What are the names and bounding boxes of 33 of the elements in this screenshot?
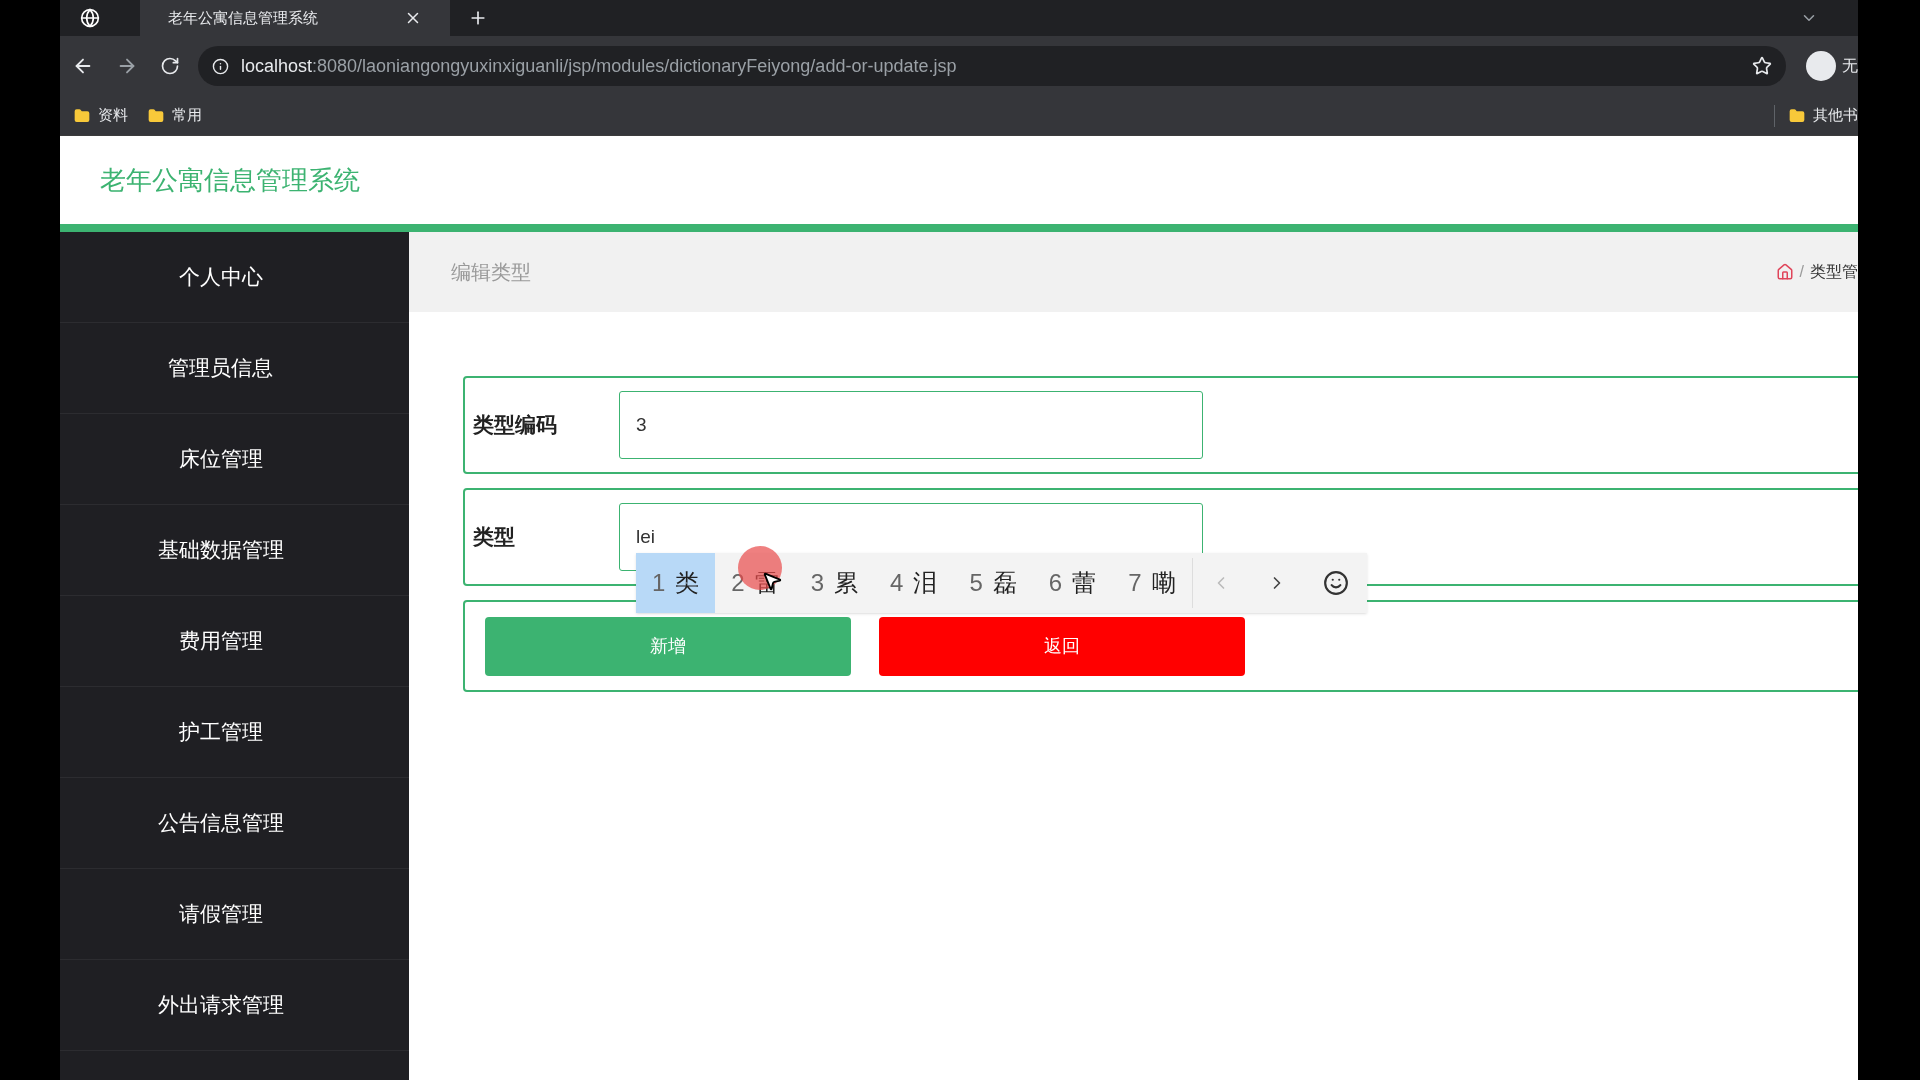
sidebar-item[interactable]: 床位管理 — [60, 414, 409, 505]
emoji-icon[interactable] — [1322, 570, 1349, 596]
breadcrumb-separator: / — [1799, 262, 1804, 282]
profile-label[interactable]: 无 — [1842, 54, 1858, 78]
sidebar-item[interactable]: 护工管理 — [60, 687, 409, 778]
sidebar-item[interactable]: 基础数据管理 — [60, 505, 409, 596]
reload-icon[interactable] — [160, 56, 180, 76]
bookmark-folder[interactable]: 资料 — [74, 104, 128, 127]
profile-avatar[interactable] — [1806, 51, 1836, 81]
browser-logo-icon — [80, 8, 100, 28]
sidebar-item[interactable]: 请假管理 — [60, 869, 409, 960]
sidebar-item[interactable]: 费用管理 — [60, 596, 409, 687]
field-label: 类型编码 — [473, 412, 558, 439]
sidebar-item[interactable]: 外出请求管理 — [60, 960, 409, 1051]
bookmark-star-icon[interactable] — [1752, 56, 1772, 76]
other-bookmarks[interactable]: 其他书 — [1789, 104, 1858, 127]
field-label: 类型 — [473, 524, 516, 551]
bookmark-folder[interactable]: 常用 — [148, 104, 202, 127]
page-title: 编辑类型 — [451, 260, 531, 285]
ime-candidate[interactable]: 1 类 — [636, 553, 716, 613]
info-icon — [212, 57, 229, 75]
browser-tab[interactable]: 老年公寓信息管理系统 — [140, 0, 450, 36]
sidebar-item[interactable]: 公告信息管理 — [60, 778, 409, 869]
breadcrumb-item: 类型管 — [1810, 262, 1858, 282]
sidebar-item[interactable]: 管理员信息 — [60, 323, 409, 414]
folder-icon — [148, 107, 164, 124]
text-field[interactable]: 3 — [619, 391, 1203, 459]
address-field[interactable]: localhost:8080/laoniangongyuxinxiguanli/jsp/modules/dictionaryFeiyong/add-or-update.jsp — [198, 46, 1786, 86]
folder-icon — [1789, 107, 1805, 124]
site-title: 老年公寓信息管理系统 — [100, 163, 360, 197]
home-icon[interactable] — [1775, 263, 1794, 281]
form-button[interactable]: 返回 — [879, 616, 1245, 676]
folder-icon — [74, 107, 90, 124]
